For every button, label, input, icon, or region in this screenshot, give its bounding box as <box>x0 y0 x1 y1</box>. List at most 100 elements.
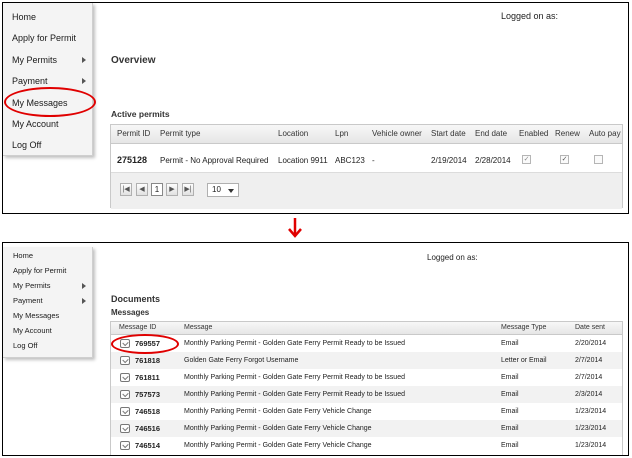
message-type-cell: Email <box>501 340 519 347</box>
overview-heading: Overview <box>111 55 156 66</box>
column-header-permit-type[interactable]: Permit type <box>160 129 200 138</box>
active-permits-grid: Permit ID Permit type Location Lpn Vehic… <box>110 124 623 209</box>
submenu-arrow-icon <box>82 78 86 84</box>
table-row[interactable]: 746514 Monthly Parking Permit - Golden G… <box>111 437 622 454</box>
column-header-auto-pay[interactable]: Auto pay <box>589 129 621 138</box>
grid-pager: |◀ ◀ 1 ▶ ▶| 10 <box>111 172 622 209</box>
submenu-arrow-icon <box>82 298 86 304</box>
lpn-cell: ABC123 <box>335 156 365 165</box>
submenu-arrow-icon <box>82 57 86 63</box>
table-row[interactable]: 761811 Monthly Parking Permit - Golden G… <box>111 369 622 386</box>
envelope-icon[interactable] <box>120 407 130 416</box>
menu-item-my-account[interactable]: My Account <box>12 119 88 129</box>
message-type-cell: Email <box>501 425 519 432</box>
column-header-renew[interactable]: Renew <box>555 129 580 138</box>
end-date-cell: 2/28/2014 <box>475 156 511 165</box>
permits-overview-screenshot: Home Apply for Permit My Permits Payment… <box>2 2 629 214</box>
message-cell: Golden Gate Ferry Forgot Username <box>184 357 299 364</box>
enabled-checkbox[interactable]: ✓ <box>522 155 531 164</box>
current-page-number[interactable]: 1 <box>151 183 163 196</box>
message-type-cell: Letter or Email <box>501 357 547 364</box>
last-page-icon[interactable]: ▶| <box>182 183 194 196</box>
permit-type-cell: Permit - No Approval Required <box>160 156 269 165</box>
envelope-icon[interactable] <box>120 424 130 433</box>
menu-item-apply-for-permit[interactable]: Apply for Permit <box>12 33 88 43</box>
menu-item-apply-for-permit[interactable]: Apply for Permit <box>13 266 88 275</box>
message-type-cell: Email <box>501 391 519 398</box>
message-type-cell: Email <box>501 374 519 381</box>
column-header-message[interactable]: Message <box>184 324 212 331</box>
table-row[interactable]: 757573 Monthly Parking Permit - Golden G… <box>111 386 622 403</box>
envelope-icon[interactable] <box>120 441 130 450</box>
messages-heading: Messages <box>111 308 150 317</box>
date-sent-cell: 2/3/2014 <box>575 391 603 398</box>
previous-page-icon[interactable]: ◀ <box>136 183 148 196</box>
column-header-message-type[interactable]: Message Type <box>501 324 546 331</box>
message-id-cell[interactable]: 746518 <box>135 407 160 416</box>
message-cell: Monthly Parking Permit - Golden Gate Fer… <box>184 425 372 432</box>
envelope-icon[interactable] <box>120 390 130 399</box>
start-date-cell: 2/19/2014 <box>431 156 467 165</box>
column-header-message-id[interactable]: Message ID <box>119 324 156 331</box>
column-header-end-date[interactable]: End date <box>475 129 507 138</box>
message-id-cell[interactable]: 761811 <box>135 373 160 382</box>
date-sent-cell: 1/23/2014 <box>575 442 607 449</box>
menu-item-my-permits[interactable]: My Permits <box>13 281 88 290</box>
menu-item-log-off[interactable]: Log Off <box>12 140 88 150</box>
table-row[interactable]: 761818 Golden Gate Ferry Forgot Username… <box>111 352 622 369</box>
permit-id-cell[interactable]: 275128 <box>117 155 147 165</box>
message-cell: Monthly Parking Permit - Golden Gate Fer… <box>184 442 372 449</box>
menu-item-my-messages[interactable]: My Messages <box>13 311 88 320</box>
column-header-date-sent[interactable]: Date sent <box>575 324 605 331</box>
message-type-cell: Email <box>501 442 519 449</box>
logged-on-label: Logged on as: <box>427 253 478 262</box>
column-header-lpn[interactable]: Lpn <box>335 129 348 138</box>
date-sent-cell: 1/23/2014 <box>575 408 607 415</box>
grid-header: Permit ID Permit type Location Lpn Vehic… <box>111 125 622 144</box>
documents-heading: Documents <box>111 294 161 304</box>
table-row[interactable]: 746516 Monthly Parking Permit - Golden G… <box>111 420 622 437</box>
active-permits-heading: Active permits <box>111 109 170 119</box>
highlight-ellipse-message-id <box>111 334 179 354</box>
menu-item-log-off[interactable]: Log Off <box>13 341 88 350</box>
date-sent-cell: 2/20/2014 <box>575 340 607 347</box>
message-cell: Monthly Parking Permit - Golden Gate Fer… <box>184 374 405 381</box>
messages-screenshot: Home Apply for Permit My Permits Payment… <box>2 242 629 456</box>
message-cell: Monthly Parking Permit - Golden Gate Fer… <box>184 391 405 398</box>
message-id-cell[interactable]: 746516 <box>135 424 160 433</box>
submenu-arrow-icon <box>82 283 86 289</box>
menu-item-payment[interactable]: Payment <box>12 76 88 86</box>
column-header-start-date[interactable]: Start date <box>431 129 466 138</box>
message-id-cell[interactable]: 746514 <box>135 441 160 450</box>
navigation-menu: Home Apply for Permit My Permits Payment… <box>3 247 93 358</box>
message-id-cell[interactable]: 757573 <box>135 390 160 399</box>
menu-item-payment[interactable]: Payment <box>13 296 88 305</box>
column-header-permit-id[interactable]: Permit ID <box>117 129 150 138</box>
column-header-location[interactable]: Location <box>278 129 308 138</box>
menu-item-home[interactable]: Home <box>12 12 88 22</box>
menu-item-home[interactable]: Home <box>13 251 88 260</box>
menu-item-my-account[interactable]: My Account <box>13 326 88 335</box>
message-id-cell[interactable]: 761818 <box>135 356 160 365</box>
page-size-select[interactable]: 10 <box>207 183 239 197</box>
location-cell: Location 9911 <box>278 156 328 165</box>
next-page-icon[interactable]: ▶ <box>166 183 178 196</box>
message-cell: Monthly Parking Permit - Golden Gate Fer… <box>184 340 405 347</box>
logged-on-label: Logged on as: <box>501 11 559 21</box>
date-sent-cell: 1/23/2014 <box>575 425 607 432</box>
table-row[interactable]: 746518 Monthly Parking Permit - Golden G… <box>111 403 622 420</box>
table-row[interactable]: 769557 Monthly Parking Permit - Golden G… <box>111 335 622 352</box>
auto-pay-checkbox[interactable] <box>594 155 603 164</box>
down-arrow-icon <box>288 218 302 238</box>
highlight-ellipse-my-messages <box>4 87 96 117</box>
messages-grid: Message ID Message Message Type Date sen… <box>110 321 623 455</box>
message-type-cell: Email <box>501 408 519 415</box>
envelope-icon[interactable] <box>120 356 130 365</box>
column-header-enabled[interactable]: Enabled <box>519 129 548 138</box>
menu-item-my-permits[interactable]: My Permits <box>12 55 88 65</box>
grid-header: Message ID Message Message Type Date sen… <box>111 322 622 335</box>
first-page-icon[interactable]: |◀ <box>120 183 132 196</box>
envelope-icon[interactable] <box>120 373 130 382</box>
renew-checkbox[interactable]: ✓ <box>560 155 569 164</box>
column-header-vehicle-owner[interactable]: Vehicle owner <box>372 129 422 138</box>
